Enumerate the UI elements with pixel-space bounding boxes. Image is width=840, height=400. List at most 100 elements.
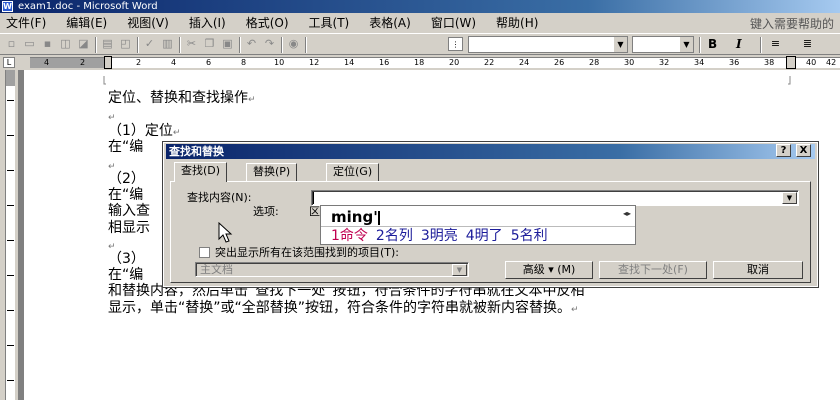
research-icon[interactable]: ▥ bbox=[160, 37, 175, 51]
italic-button[interactable]: I bbox=[736, 36, 742, 52]
tab-replace[interactable]: 替换(P) bbox=[246, 163, 298, 181]
margin-corner-mark bbox=[103, 76, 106, 85]
spelling-icon[interactable]: ✓ bbox=[142, 37, 157, 51]
ime-candidate[interactable]: 2名列 bbox=[376, 228, 413, 244]
doc-line-text: 定位、替换和查找操作 bbox=[108, 90, 248, 106]
advanced-button[interactable]: 高级 ▾ (M) bbox=[505, 261, 593, 279]
paragraph-mark-icon: ↵ bbox=[248, 95, 256, 105]
menu-window[interactable]: 窗口(W) bbox=[421, 13, 486, 33]
paragraph-mark-icon: ↵ bbox=[172, 128, 181, 138]
paste-icon[interactable]: ▣ bbox=[220, 37, 235, 51]
ruler-number: 28 bbox=[589, 58, 600, 67]
ruler-tick bbox=[7, 135, 14, 136]
ruler-number: 40 bbox=[806, 58, 817, 67]
tab-goto[interactable]: 定位(G) bbox=[326, 163, 380, 181]
menu-insert[interactable]: 插入(I) bbox=[179, 13, 236, 33]
options-value: 区 bbox=[309, 205, 320, 218]
ime-caret bbox=[377, 210, 380, 225]
ime-candidate[interactable]: 5名利 bbox=[511, 228, 548, 244]
drawing-icon[interactable]: ◉ bbox=[286, 37, 301, 51]
highlight-all-label: 突出显示所有在该范围找到的项目(T): bbox=[215, 246, 400, 259]
ruler-tick bbox=[7, 205, 14, 206]
tab-selector-icon[interactable]: L bbox=[3, 57, 15, 68]
ruler-number: 38 bbox=[764, 58, 775, 67]
search-scope-combo[interactable]: 主文档 ▼ bbox=[195, 262, 469, 277]
tab-find[interactable]: 查找(D) bbox=[174, 162, 228, 182]
ruler-tick bbox=[7, 100, 14, 101]
toolbar-separator bbox=[137, 37, 139, 53]
permission-icon[interactable]: ◫ bbox=[58, 37, 73, 51]
menu-file[interactable]: 文件(F) bbox=[0, 13, 56, 33]
ruler-number: 36 bbox=[729, 58, 740, 67]
ruler-number: 32 bbox=[659, 58, 670, 67]
find-what-label: 查找内容(N): bbox=[187, 191, 252, 204]
highlight-all-checkbox[interactable] bbox=[199, 247, 210, 258]
menu-tools[interactable]: 工具(T) bbox=[299, 13, 360, 33]
word-app-icon[interactable]: W bbox=[2, 1, 13, 12]
vertical-ruler[interactable] bbox=[0, 70, 18, 400]
ruler-number: 2 bbox=[80, 58, 86, 67]
redo-icon[interactable]: ↷ bbox=[262, 37, 277, 51]
find-what-combo[interactable]: ▼ bbox=[311, 190, 799, 206]
menu-view[interactable]: 视图(V) bbox=[117, 13, 179, 33]
chevron-down-icon[interactable]: ▼ bbox=[782, 192, 797, 204]
font-size-combo[interactable]: ▼ bbox=[632, 36, 694, 53]
ruler-number: 24 bbox=[519, 58, 530, 67]
cancel-button[interactable]: 取消 bbox=[713, 261, 803, 279]
ruler-top-margin bbox=[6, 70, 15, 86]
style-combo[interactable]: ▼ bbox=[468, 36, 628, 53]
ime-composition-text: ming' bbox=[331, 208, 378, 226]
bold-button[interactable]: B bbox=[708, 36, 717, 52]
toolbar-separator bbox=[281, 37, 283, 53]
dialog-title-bar[interactable]: 查找和替换 bbox=[166, 144, 815, 159]
cut-icon[interactable]: ✂ bbox=[184, 37, 199, 51]
horizontal-ruler[interactable]: 4 2 2 4 6 8 10 12 14 16 18 20 22 24 26 2… bbox=[30, 56, 840, 69]
doc-line-text: （3） bbox=[108, 251, 145, 267]
indent-marker-icon[interactable] bbox=[104, 56, 112, 69]
ruler-left-margin bbox=[30, 58, 108, 68]
help-search-box[interactable]: 键入需要帮助的 bbox=[744, 15, 840, 31]
window-title-bar[interactable]: W exam1.doc - Microsoft Word bbox=[0, 0, 840, 13]
help-button[interactable]: ? bbox=[776, 144, 791, 157]
menu-table[interactable]: 表格(A) bbox=[359, 13, 421, 33]
ruler-number: 6 bbox=[206, 58, 212, 67]
print-icon[interactable]: ▤ bbox=[100, 37, 115, 51]
save-icon[interactable]: ▪ bbox=[40, 37, 55, 51]
email-icon[interactable]: ◪ bbox=[76, 37, 91, 51]
doc-line-text: 在“编 bbox=[108, 187, 144, 203]
right-indent-marker-icon[interactable] bbox=[786, 56, 796, 69]
ruler-number: 4 bbox=[44, 58, 50, 67]
ime-composition: ming' bbox=[331, 208, 380, 226]
doc-paragraph: 相显示 bbox=[108, 219, 150, 237]
align-justify-icon[interactable]: ≣ bbox=[800, 37, 815, 51]
menu-format[interactable]: 格式(O) bbox=[236, 13, 299, 33]
close-button[interactable]: X bbox=[796, 144, 811, 157]
toolbar-grip-icon[interactable]: ⋮ bbox=[448, 37, 463, 51]
copy-icon[interactable]: ❐ bbox=[202, 37, 217, 51]
find-next-button[interactable]: 查找下一处(F) bbox=[599, 261, 707, 279]
ruler-tick bbox=[7, 275, 14, 276]
paragraph-mark-icon: ↵ bbox=[571, 305, 579, 315]
ime-page-arrows-icon[interactable]: ◂▸ bbox=[623, 209, 631, 218]
ruler-number: 14 bbox=[344, 58, 355, 67]
search-scope-value: 主文档 bbox=[200, 263, 233, 276]
open-folder-icon[interactable]: ▭ bbox=[22, 37, 37, 51]
chevron-down-icon[interactable]: ▼ bbox=[452, 264, 467, 276]
doc-paragraph: 定位、替换和查找操作↵ bbox=[108, 89, 256, 109]
ruler-number: 12 bbox=[309, 58, 320, 67]
menu-edit[interactable]: 编辑(E) bbox=[56, 13, 117, 33]
menu-help[interactable]: 帮助(H) bbox=[486, 13, 548, 33]
ime-candidate[interactable]: 4明了 bbox=[466, 228, 503, 244]
print-preview-icon[interactable]: ◰ bbox=[118, 37, 133, 51]
undo-icon[interactable]: ↶ bbox=[244, 37, 259, 51]
doc-line-text: 输入查 bbox=[108, 203, 150, 219]
chevron-down-icon[interactable]: ▼ bbox=[614, 37, 627, 52]
ruler-tick bbox=[7, 380, 14, 381]
new-document-icon[interactable]: ▫ bbox=[4, 37, 19, 51]
doc-line-text: 在“编 bbox=[108, 139, 144, 155]
ime-candidate[interactable]: 1命令 bbox=[331, 228, 368, 244]
chevron-down-icon[interactable]: ▼ bbox=[680, 37, 693, 52]
align-left-icon[interactable]: ≡ bbox=[768, 37, 783, 51]
toolbar-separator bbox=[179, 37, 181, 53]
ime-candidate[interactable]: 3明亮 bbox=[421, 228, 458, 244]
